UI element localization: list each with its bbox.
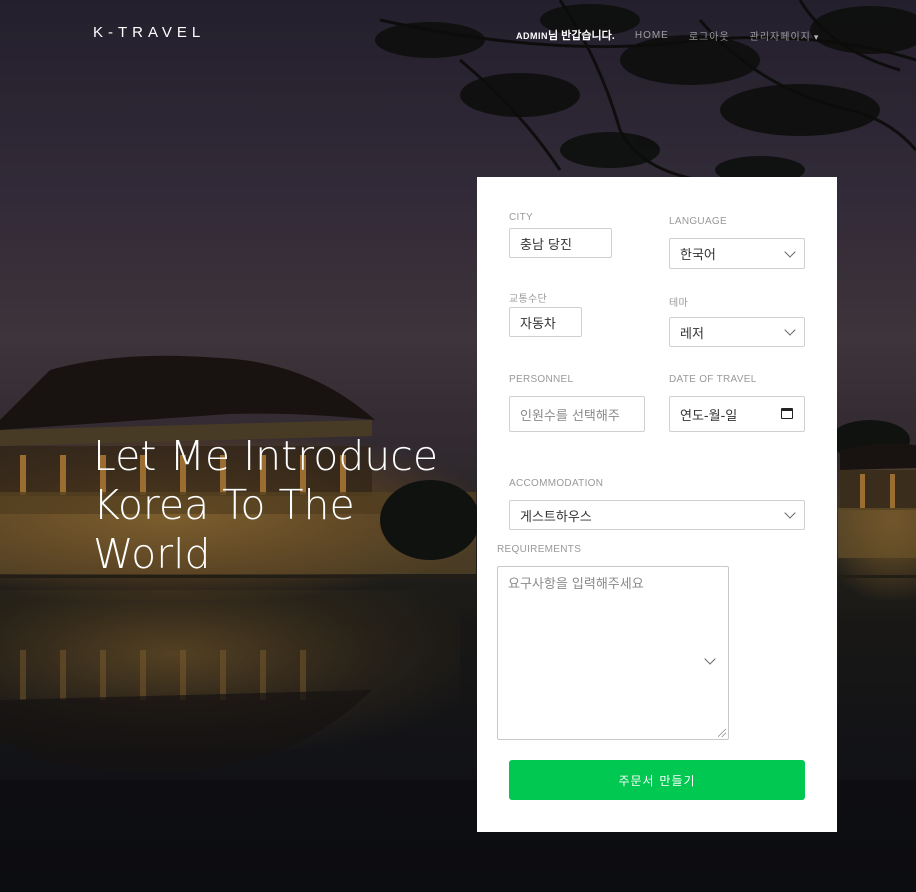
transport-label: 교통수단 <box>509 294 547 305</box>
hero-line-1: Let Me Introduce <box>93 432 439 480</box>
personnel-placeholder: 인원수를 선택해주 <box>520 408 620 424</box>
language-label: LANGUAGE <box>669 216 727 227</box>
requirements-placeholder: 요구사항을 입력해주세요 <box>508 577 644 592</box>
nav-menu: ADMIN님 반갑습니다. HOME 로그아웃 관리자페이지 ▾ <box>516 27 819 43</box>
theme-select[interactable]: 레저 <box>669 317 805 347</box>
accommodation-select[interactable]: 게스트하우스 <box>509 500 805 530</box>
resize-handle-icon[interactable] <box>718 729 726 737</box>
transport-value: 자동차 <box>520 316 556 332</box>
greeting-username: ADMIN <box>516 31 548 41</box>
city-input[interactable]: 충남 당진 <box>509 228 612 258</box>
dropdown-caret-icon: ▾ <box>813 31 820 42</box>
personnel-input[interactable]: 인원수를 선택해주 <box>509 396 645 432</box>
create-order-button-label: 주문서 만들기 <box>618 773 696 788</box>
nav-link-admin-label: 관리자페이지 <box>749 31 811 43</box>
hero-heading: Let Me Introduce Korea To The World <box>93 432 473 579</box>
chevron-down-icon <box>784 245 796 258</box>
create-order-button[interactable]: 주문서 만들기 <box>509 760 805 800</box>
chevron-down-icon <box>784 324 796 336</box>
transport-input[interactable]: 자동차 <box>509 307 582 337</box>
theme-value: 레저 <box>680 326 704 342</box>
city-label: CITY <box>509 212 533 223</box>
date-input[interactable]: 연도-월-일 <box>669 396 805 432</box>
accommodation-label: ACCOMMODATION <box>509 478 604 489</box>
nav-link-home[interactable]: HOME <box>635 30 669 41</box>
greeting-text: ADMIN님 반갑습니다. <box>516 27 615 43</box>
brand-logo[interactable]: K-TRAVEL <box>93 24 205 41</box>
theme-label: 테마 <box>669 298 688 309</box>
requirements-textarea[interactable]: 요구사항을 입력해주세요 <box>497 566 729 740</box>
accommodation-value: 게스트하우스 <box>520 509 592 525</box>
date-label: DATE OF TRAVEL <box>669 374 757 385</box>
chevron-down-icon <box>704 653 716 665</box>
greeting-suffix: 님 반갑습니다. <box>548 30 615 42</box>
hero-line-3: World <box>93 530 211 578</box>
hero-line-2: Korea To The <box>93 481 355 529</box>
requirements-label: REQUIREMENTS <box>497 544 582 555</box>
language-select[interactable]: 한국어 <box>669 238 805 269</box>
personnel-label: PERSONNEL <box>509 374 574 385</box>
top-navbar: K-TRAVEL ADMIN님 반갑습니다. HOME 로그아웃 관리자페이지 ▾ <box>0 0 916 68</box>
nav-link-logout[interactable]: 로그아웃 <box>689 28 730 43</box>
date-placeholder: 연도-월-일 <box>680 408 738 424</box>
nav-link-admin[interactable]: 관리자페이지 ▾ <box>750 28 820 43</box>
language-value: 한국어 <box>680 248 716 263</box>
calendar-icon[interactable] <box>781 408 793 419</box>
city-value: 충남 당진 <box>520 237 572 253</box>
chevron-down-icon <box>784 507 796 519</box>
